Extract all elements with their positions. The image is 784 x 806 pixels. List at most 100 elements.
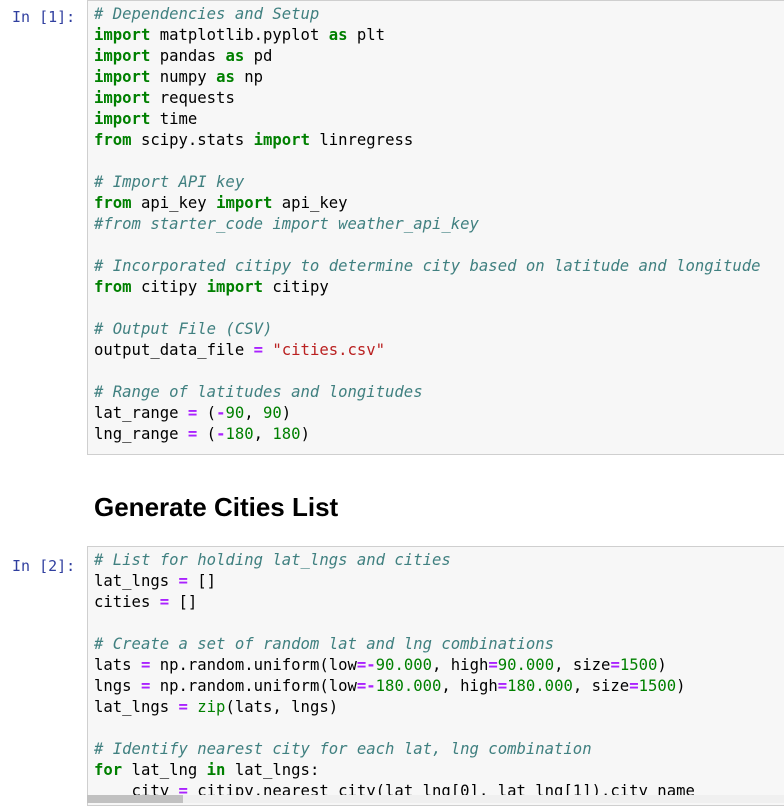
code-line: cities = []: [94, 592, 695, 613]
code-token: =: [629, 677, 639, 695]
code-token: , size: [572, 677, 630, 695]
code-token: # Dependencies and Setup: [94, 5, 320, 23]
code-token: citipy: [131, 278, 207, 296]
code-token: =: [140, 677, 151, 695]
code-token: , size: [554, 656, 611, 674]
code-line: # Incorporated citipy to determine city …: [94, 256, 761, 277]
code-line: lat_lngs = zip(lats, lngs): [94, 697, 695, 718]
code-token: ): [300, 425, 310, 443]
code-token: =: [488, 656, 498, 674]
scrollbar-thumb[interactable]: [87, 795, 183, 803]
code-token: =: [178, 698, 188, 716]
code-token: as: [225, 47, 245, 65]
code-line: lats = np.random.uniform(low=-90.000, hi…: [94, 655, 695, 676]
code-token: import: [253, 131, 310, 149]
code-token: 180.000: [375, 677, 442, 695]
code-line: lat_lngs = []: [94, 571, 695, 592]
code-token: (lats, lngs): [225, 698, 339, 716]
code-token: ): [657, 656, 667, 674]
code-token: (: [197, 425, 217, 443]
code-token: output_data_file: [94, 341, 254, 359]
code-token: zip: [197, 698, 226, 716]
code-token: linregress: [309, 131, 414, 149]
code-line: # Output File (CSV): [94, 319, 761, 340]
code-token: lat_lngs: [94, 698, 179, 716]
horizontal-scrollbar[interactable]: [87, 795, 784, 803]
code-token: matplotlib.pyplot: [150, 26, 329, 44]
code-token: from: [94, 131, 132, 149]
code-line: from api_key import api_key: [94, 193, 761, 214]
code-input-area[interactable]: # List for holding lat_lngs and cities la…: [87, 546, 784, 806]
code-token: as: [328, 26, 348, 44]
code-line: import matplotlib.pyplot as plt: [94, 25, 761, 46]
code-token: =-: [356, 656, 376, 674]
code-token: []: [187, 572, 217, 590]
cell-prompt: In [2]:: [12, 557, 76, 575]
code-token: citipy: [263, 278, 329, 296]
code-line: # Import API key: [94, 172, 761, 193]
code-token: # List for holding lat_lngs and cities: [94, 551, 451, 569]
code-token: =: [159, 593, 170, 611]
code-token: in: [206, 761, 226, 779]
code-token: 1500: [619, 656, 658, 674]
code-token: import: [94, 68, 151, 86]
code-token: import: [94, 47, 151, 65]
code-line: #from starter_code import weather_api_ke…: [94, 214, 761, 235]
code-token: 180: [225, 425, 254, 443]
code-token: 1500: [638, 677, 677, 695]
code-token: =: [253, 341, 263, 359]
code-token: requests: [150, 89, 235, 107]
code-token: =: [140, 656, 151, 674]
code-token: , high: [441, 677, 498, 695]
code-token: # Identify nearest city for each lat, ln…: [94, 740, 592, 758]
code-token: lat_lng: [122, 761, 207, 779]
code-cell-2: In [2]: # List for holding lat_lngs and …: [0, 546, 784, 806]
code-token: =: [178, 572, 188, 590]
code-token: =: [187, 404, 198, 422]
code-line: output_data_file = "cities.csv": [94, 340, 761, 361]
code-token: # Import API key: [94, 173, 245, 191]
code-line: from citipy import citipy: [94, 277, 761, 298]
code-line: # Range of latitudes and longitudes: [94, 382, 761, 403]
code-token: np.random.uniform(low: [150, 677, 357, 695]
code-cell-1: In [1]: # Dependencies and Setup import m…: [0, 0, 784, 456]
code-token: # Range of latitudes and longitudes: [94, 383, 423, 401]
code-line: # List for holding lat_lngs and cities: [94, 550, 695, 571]
code-token: from: [94, 194, 132, 212]
code-token: 180: [272, 425, 301, 443]
code-line: import time: [94, 109, 761, 130]
code-line: import requests: [94, 88, 761, 109]
code-token: # Create a set of random lat and lng com…: [94, 635, 555, 653]
code-token: lat_lngs: [94, 572, 179, 590]
code-input-area[interactable]: # Dependencies and Setup import matplotli…: [87, 0, 784, 455]
code-token: =: [610, 656, 620, 674]
code-line: lng_range = (-180, 180): [94, 424, 761, 445]
code-token: ): [281, 404, 292, 422]
code-token: ,: [244, 404, 264, 422]
code-line: lngs = np.random.uniform(low=-180.000, h…: [94, 676, 695, 697]
code-line: # Identify nearest city for each lat, ln…: [94, 739, 695, 760]
code-token: 180.000: [507, 677, 573, 695]
code-token: cities: [94, 593, 160, 611]
code-token: pandas: [150, 47, 226, 65]
code-token: 90.000: [497, 656, 555, 674]
code-token: lats: [94, 656, 141, 674]
code-token: as: [216, 68, 235, 86]
code-token: lngs: [94, 677, 141, 695]
code-token: import: [216, 194, 273, 212]
code-token: , high: [432, 656, 489, 674]
code-token: (: [197, 404, 217, 422]
code-token: lng_range: [94, 425, 188, 443]
code-token: plt: [347, 26, 386, 44]
code-token: np: [234, 68, 264, 86]
code-token: time: [150, 110, 198, 128]
code-line: import numpy as np: [94, 67, 761, 88]
code-token: =: [187, 425, 198, 443]
code-token: api_key: [131, 194, 217, 212]
code-token: api_key: [272, 194, 348, 212]
